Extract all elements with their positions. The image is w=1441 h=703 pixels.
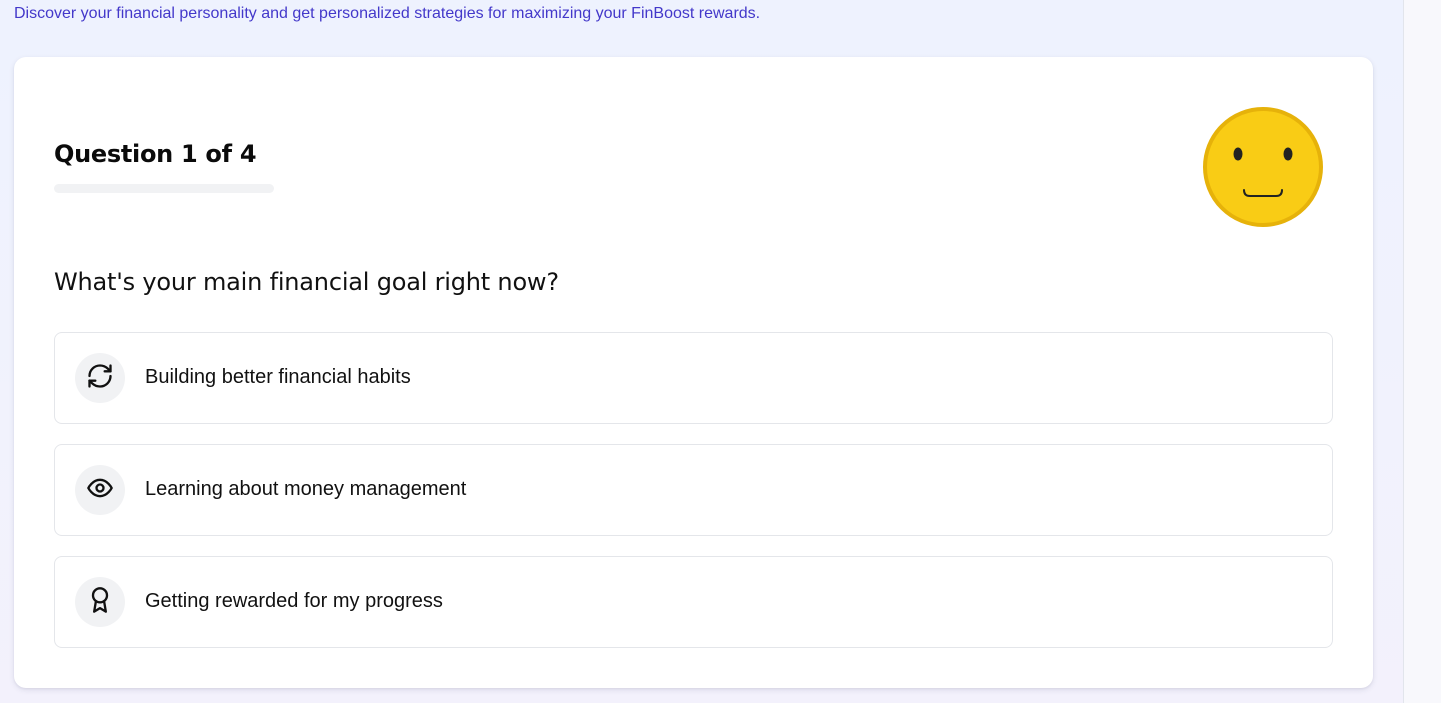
option-label: Getting rewarded for my progress [145,590,443,612]
scrollbar-divider [1403,0,1404,703]
quiz-card: Question 1 of 4 What's your main financi… [14,57,1373,688]
option-label: Building better financial habits [145,366,411,388]
eye-icon [86,474,114,506]
question-text: What's your main financial goal right no… [54,268,559,296]
option-getting-rewarded[interactable]: Getting rewarded for my progress [54,556,1333,648]
option-icon-wrapper [75,577,125,627]
smiley-face-icon [1202,106,1324,228]
option-icon-wrapper [75,353,125,403]
award-ribbon-icon [86,586,114,618]
option-label: Learning about money management [145,478,467,500]
refresh-cycle-icon [86,362,114,394]
option-building-habits[interactable]: Building better financial habits [54,332,1333,424]
quiz-progress-bar [54,184,274,193]
page-subtitle: Discover your financial personality and … [14,5,761,22]
option-learning-money[interactable]: Learning about money management [54,444,1333,536]
question-counter: Question 1 of 4 [54,140,257,168]
scrollbar-gutter[interactable] [1404,0,1441,703]
option-icon-wrapper [75,465,125,515]
